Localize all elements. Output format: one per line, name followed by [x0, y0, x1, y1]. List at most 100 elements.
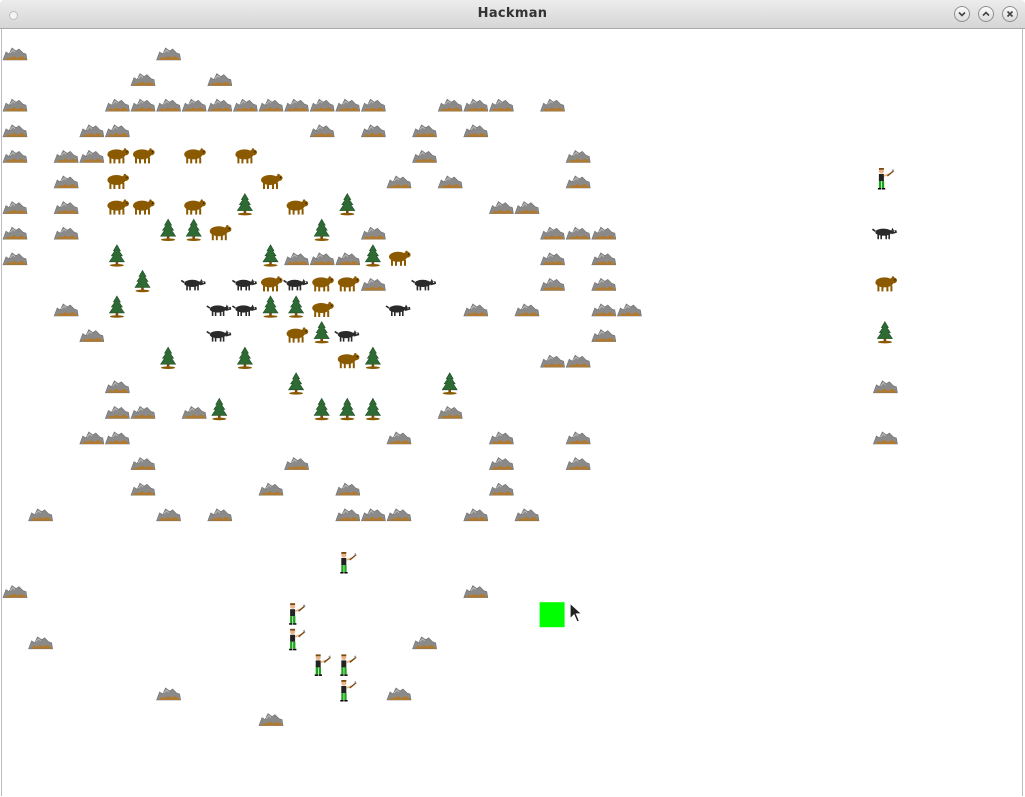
rock-tile	[437, 405, 463, 419]
minimize-button[interactable]	[954, 6, 970, 22]
bear-sprite	[337, 353, 360, 369]
bear-sprite	[184, 199, 206, 215]
rock-tile	[104, 431, 130, 445]
hunter-sprite	[340, 552, 357, 574]
rock-tile	[540, 354, 565, 368]
rock-tile	[53, 226, 79, 240]
rock-tile	[335, 252, 361, 266]
rock-tile	[53, 201, 79, 214]
game-board[interactable]	[1, 29, 1023, 796]
wolf-sprite	[180, 278, 206, 291]
wolf-sprite	[871, 227, 897, 240]
bear-sprite	[261, 173, 283, 189]
rock-tile	[284, 252, 309, 266]
maximize-button[interactable]	[978, 6, 994, 22]
rock-tile	[412, 636, 437, 650]
rock-tile	[207, 98, 233, 112]
tree-tile	[211, 397, 228, 421]
rock-tile	[232, 98, 258, 112]
tree-tile	[288, 372, 305, 395]
rock-tile	[2, 585, 28, 598]
rock-tile	[360, 508, 386, 522]
tree-tile	[441, 372, 458, 395]
rock-tile	[872, 380, 898, 394]
rock-tile	[207, 73, 233, 86]
rock-tile	[53, 303, 79, 317]
rock-tile	[2, 226, 28, 240]
rock-tile	[53, 175, 79, 189]
bear-sprite	[107, 199, 129, 215]
bear-sprite	[184, 148, 206, 164]
wolf-sprite	[206, 330, 232, 342]
bear-sprite	[286, 327, 309, 343]
player-block[interactable]	[539, 602, 565, 628]
rock-tile	[258, 482, 284, 496]
rock-tile	[156, 98, 181, 112]
rock-tile	[565, 175, 591, 189]
rock-tile	[258, 713, 284, 726]
bear-sprite	[337, 276, 360, 292]
bear-sprite	[235, 148, 257, 164]
tree-tile	[185, 218, 202, 241]
rock-tile	[616, 303, 642, 317]
rock-tile	[463, 124, 489, 138]
bear-sprite	[389, 250, 411, 266]
hunter-sprite	[340, 680, 357, 702]
rock-tile	[2, 124, 28, 138]
mouse-pointer-icon	[569, 602, 583, 623]
rock-tile	[2, 201, 28, 214]
rock-tile	[591, 226, 617, 240]
wolf-sprite	[206, 304, 232, 316]
rock-tile	[565, 457, 591, 470]
rock-tile	[463, 508, 489, 522]
rock-tile	[156, 687, 181, 701]
rock-tile	[565, 354, 591, 368]
maximize-icon	[982, 11, 990, 17]
rock-tile	[386, 175, 412, 189]
tree-tile	[236, 346, 253, 369]
bear-sprite	[133, 148, 155, 164]
rock-tile	[872, 431, 898, 445]
rock-tile	[53, 149, 79, 163]
rock-tile	[130, 405, 156, 419]
rock-tile	[130, 457, 156, 470]
rock-tile	[79, 124, 105, 138]
rock-tile	[335, 98, 361, 112]
tree-tile	[160, 346, 177, 369]
rock-tile	[104, 124, 130, 138]
tree-tile	[134, 269, 151, 293]
rock-tile	[156, 508, 181, 522]
tree-tile	[262, 295, 279, 318]
rock-tile	[2, 252, 28, 266]
rock-tile	[258, 98, 284, 112]
rock-tile	[309, 124, 335, 138]
rock-tile	[488, 98, 514, 112]
rock-tile	[360, 226, 386, 240]
game-board-canvas[interactable]	[2, 29, 1024, 796]
bear-sprite	[875, 276, 897, 292]
rock-tile	[79, 431, 105, 445]
rock-tile	[591, 252, 617, 266]
hunter-sprite	[289, 628, 306, 651]
rock-tile	[514, 201, 540, 214]
rock-tile	[104, 98, 130, 112]
bear-sprite	[286, 199, 309, 215]
rock-tile	[104, 405, 130, 419]
hunter-sprite	[289, 603, 306, 625]
title-bar[interactable]: Hackman	[0, 0, 1025, 29]
rock-tile	[412, 124, 437, 138]
tree-tile	[876, 321, 893, 344]
rock-tile	[591, 277, 617, 291]
bear-sprite	[209, 225, 232, 241]
rock-tile	[488, 201, 514, 214]
rock-tile	[540, 98, 565, 112]
rock-tile	[540, 226, 565, 240]
bear-sprite	[312, 276, 334, 292]
rock-tile	[437, 175, 463, 189]
rock-tile	[2, 47, 28, 61]
rock-tile	[386, 687, 412, 701]
rock-tile	[463, 585, 489, 598]
rock-tile	[28, 508, 53, 522]
rock-tile	[79, 329, 105, 342]
close-button[interactable]	[1002, 6, 1018, 22]
